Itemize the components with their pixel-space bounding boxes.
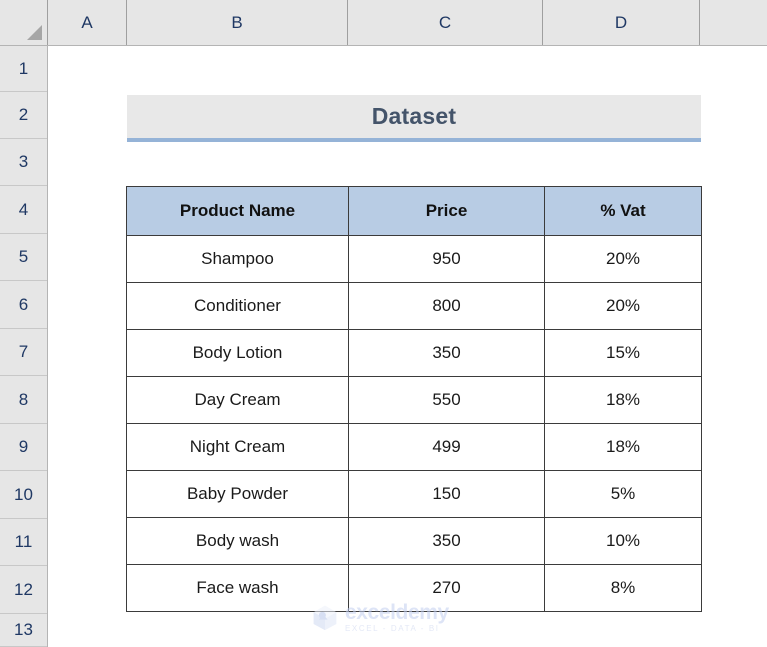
cell-price[interactable]: 350: [348, 517, 545, 565]
column-header-overflow: [700, 0, 767, 45]
column-header-bar: ABCD: [0, 0, 767, 46]
cell-price[interactable]: 800: [348, 282, 545, 330]
cell-product-name[interactable]: Baby Powder: [126, 470, 349, 518]
column-header-a[interactable]: A: [48, 0, 127, 45]
spreadsheet-grid: Dataset Product Name Price % Vat Shampoo…: [0, 0, 767, 647]
table-row: Day Cream 550 18%: [126, 376, 702, 424]
column-header-c[interactable]: C: [348, 0, 543, 45]
row-header-12[interactable]: 12: [0, 566, 47, 614]
table-header-row: Product Name Price % Vat: [126, 186, 702, 236]
row-header-1[interactable]: 1: [0, 46, 47, 92]
column-header-d[interactable]: D: [543, 0, 700, 45]
cell-product-name[interactable]: Body Lotion: [126, 329, 349, 377]
column-header-price: Price: [348, 186, 545, 236]
table-row: Body Lotion 350 15%: [126, 329, 702, 377]
table-row: Shampoo 950 20%: [126, 235, 702, 283]
row-header-4[interactable]: 4: [0, 186, 47, 234]
dataset-title-banner: Dataset: [127, 95, 701, 142]
cell-price[interactable]: 950: [348, 235, 545, 283]
table-row: Conditioner 800 20%: [126, 282, 702, 330]
table-row: Night Cream 499 18%: [126, 423, 702, 471]
cell-product-name[interactable]: Conditioner: [126, 282, 349, 330]
select-all-button[interactable]: [0, 0, 48, 45]
cell-product-name[interactable]: Shampoo: [126, 235, 349, 283]
cell-vat[interactable]: 10%: [544, 517, 702, 565]
cell-vat[interactable]: 18%: [544, 423, 702, 471]
column-header-product-name: Product Name: [126, 186, 349, 236]
cell-price[interactable]: 350: [348, 329, 545, 377]
row-header-6[interactable]: 6: [0, 281, 47, 329]
row-header-10[interactable]: 10: [0, 471, 47, 519]
cell-vat[interactable]: 20%: [544, 282, 702, 330]
dataset-table: Product Name Price % Vat Shampoo 950 20% Co…: [126, 186, 702, 612]
row-header-11[interactable]: 11: [0, 519, 47, 566]
cell-vat[interactable]: 15%: [544, 329, 702, 377]
watermark-brand: exceldemy: [345, 600, 449, 624]
cell-price[interactable]: 150: [348, 470, 545, 518]
row-header-5[interactable]: 5: [0, 234, 47, 281]
cell-vat[interactable]: 8%: [544, 564, 702, 612]
cell-product-name[interactable]: Body wash: [126, 517, 349, 565]
cell-vat[interactable]: 18%: [544, 376, 702, 424]
watermark-tagline: EXCEL - DATA - BI: [345, 623, 440, 633]
row-header-3[interactable]: 3: [0, 139, 47, 186]
table-row: Baby Powder 150 5%: [126, 470, 702, 518]
cell-price[interactable]: 550: [348, 376, 545, 424]
cell-vat[interactable]: 20%: [544, 235, 702, 283]
watermark-text: exceldemy EXCEL - DATA - BI: [345, 602, 449, 633]
row-header-9[interactable]: 9: [0, 424, 47, 471]
exceldemy-cube-logo-icon: [313, 605, 337, 631]
cell-product-name[interactable]: Night Cream: [126, 423, 349, 471]
row-header-13[interactable]: 13: [0, 614, 47, 647]
row-header-7[interactable]: 7: [0, 329, 47, 376]
cell-product-name[interactable]: Day Cream: [126, 376, 349, 424]
table-row: Body wash 350 10%: [126, 517, 702, 565]
cell-vat[interactable]: 5%: [544, 470, 702, 518]
row-header-2[interactable]: 2: [0, 92, 47, 139]
cell-price[interactable]: 499: [348, 423, 545, 471]
column-header-b[interactable]: B: [127, 0, 348, 45]
row-header-8[interactable]: 8: [0, 376, 47, 424]
exceldemy-watermark: exceldemy EXCEL - DATA - BI: [311, 600, 471, 634]
select-all-triangle-icon: [27, 25, 42, 40]
row-header-bar: 1 2 3 4 5 6 7 8 9 10 11 12 13: [0, 46, 48, 647]
column-header-vat: % Vat: [544, 186, 702, 236]
